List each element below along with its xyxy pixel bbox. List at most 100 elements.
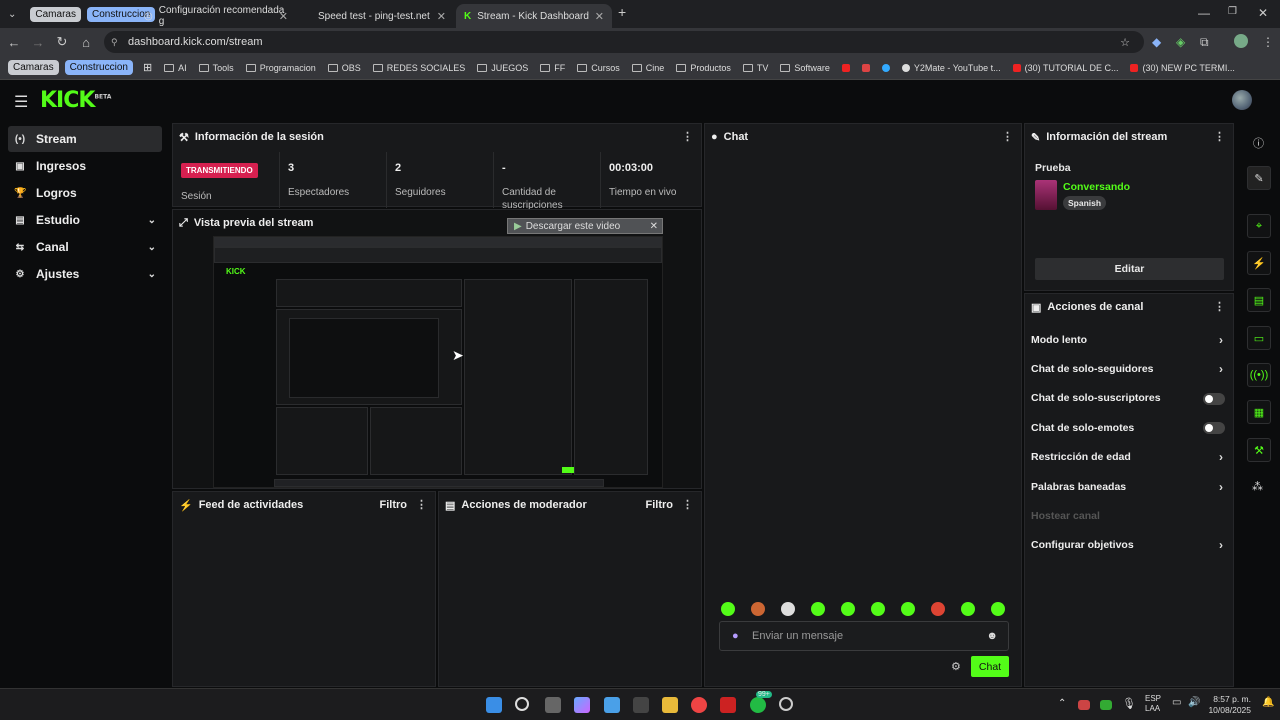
tab-search-icon[interactable]: ⌄: [8, 9, 16, 20]
kebab-menu-icon[interactable]: ⋮: [416, 498, 427, 511]
close-icon[interactable]: ✕: [595, 10, 604, 23]
chat-send-button[interactable]: Chat: [971, 656, 1009, 677]
obs-app-icon[interactable]: [720, 697, 736, 713]
feed-filter-button[interactable]: Filtro: [380, 499, 408, 511]
emote-icon[interactable]: [751, 602, 765, 616]
menu-dots-icon[interactable]: ⋮: [1262, 35, 1274, 49]
wrench-tool-icon[interactable]: ⚒: [1247, 438, 1271, 462]
extension-icon[interactable]: ◆: [1152, 35, 1161, 49]
tray-icon[interactable]: [1078, 700, 1090, 710]
kebab-menu-icon[interactable]: ⋮: [1214, 130, 1225, 143]
apps-grid-icon[interactable]: ⊞: [137, 61, 158, 74]
clock[interactable]: 8:57 p. m. 10/08/2025: [1205, 694, 1251, 716]
bookmark-folder[interactable]: Cine: [626, 63, 671, 73]
bookmark-folder[interactable]: FF: [534, 63, 571, 73]
lightning-tool-icon[interactable]: ⚡: [1247, 251, 1271, 275]
bookmark-folder[interactable]: Tools: [193, 63, 240, 73]
action-age-restriction[interactable]: Restricción de edad ›: [1025, 443, 1233, 472]
action-emotes-only[interactable]: Chat de solo-emotes: [1025, 413, 1233, 442]
microphone-icon[interactable]: ●: [732, 630, 739, 642]
kick-logo[interactable]: KICKBETA: [40, 88, 111, 113]
address-bar[interactable]: ⚲ dashboard.kick.com/stream ☆: [104, 31, 1144, 53]
bookmark-youtube[interactable]: [836, 63, 856, 72]
bookmark-folder[interactable]: Cursos: [571, 63, 626, 73]
home-icon[interactable]: ⌂: [74, 35, 98, 50]
bookmark-folder[interactable]: Software: [774, 63, 836, 73]
maximize-icon[interactable]: ❐: [1228, 6, 1237, 17]
microphone-icon[interactable]: 🎙: [1122, 697, 1136, 710]
close-icon[interactable]: ✕: [437, 10, 446, 23]
edit-stream-button[interactable]: Editar: [1035, 258, 1224, 280]
app-icon[interactable]: [779, 697, 793, 711]
bookmark-gmail[interactable]: [856, 63, 876, 72]
document-tool-icon[interactable]: ▤: [1247, 288, 1271, 312]
bookmark-folder[interactable]: TV: [737, 63, 775, 73]
kebab-menu-icon[interactable]: ⋮: [682, 498, 693, 511]
new-tab-button[interactable]: +: [618, 4, 626, 20]
emote-icon[interactable]: [991, 602, 1005, 616]
mod-filter-button[interactable]: Filtro: [646, 499, 674, 511]
close-window-icon[interactable]: ✕: [1258, 6, 1268, 20]
action-banned-words[interactable]: Palabras baneadas ›: [1025, 472, 1233, 501]
download-video-button[interactable]: ▶ Descargar este video ✕: [507, 218, 663, 234]
action-followers-only[interactable]: Chat de solo-seguidores ›: [1025, 354, 1233, 383]
layout-tool-icon[interactable]: ▦: [1247, 400, 1271, 424]
back-icon[interactable]: ←: [2, 35, 26, 50]
bookmark-group-camaras[interactable]: Camaras: [8, 60, 59, 75]
reload-icon[interactable]: ↻: [50, 34, 74, 50]
sidebar-item-logros[interactable]: 🏆 Logros: [8, 180, 162, 206]
site-info-icon[interactable]: ⚲: [111, 37, 118, 48]
chat-tool-icon[interactable]: ▭: [1247, 326, 1271, 350]
windows-start-icon[interactable]: [486, 697, 502, 713]
emote-icon[interactable]: [721, 602, 735, 616]
tab-config[interactable]: ◎ Configuración recomendada g ✕: [136, 4, 296, 28]
copilot-icon[interactable]: [574, 697, 590, 713]
sidebar-item-stream[interactable]: (•) Stream: [8, 126, 162, 152]
emoji-icon[interactable]: ☻: [986, 630, 998, 642]
hamburger-menu-icon[interactable]: ☰: [14, 92, 28, 112]
extension-icon[interactable]: ◈: [1176, 35, 1185, 49]
file-explorer-icon[interactable]: [662, 697, 678, 713]
bookmark-y2mate[interactable]: Y2Mate - YouTube t...: [896, 63, 1007, 73]
focus-tool-icon[interactable]: ⌖: [1247, 214, 1271, 238]
bookmark-telegram[interactable]: [876, 63, 896, 72]
emote-icon[interactable]: [961, 602, 975, 616]
close-icon[interactable]: ✕: [279, 10, 288, 23]
emote-icon[interactable]: [901, 602, 915, 616]
bookmark-newpc[interactable]: (30) NEW PC TERMI...: [1124, 63, 1240, 73]
emote-icon[interactable]: [781, 602, 795, 616]
task-view-icon[interactable]: [545, 697, 561, 713]
extensions-puzzle-icon[interactable]: ⧉: [1200, 35, 1209, 50]
sidebar-item-ingresos[interactable]: ▣ Ingresos: [8, 153, 162, 179]
monitor-icon[interactable]: ▭: [1172, 697, 1181, 708]
stream-preview-video[interactable]: KICK ➤: [213, 236, 663, 488]
user-avatar[interactable]: [1232, 90, 1252, 110]
notifications-bell-icon[interactable]: 🔔: [1262, 697, 1274, 708]
app-icon[interactable]: [633, 697, 649, 713]
bookmark-folder[interactable]: REDES SOCIALES: [367, 63, 472, 73]
broadcast-tool-icon[interactable]: ((•)): [1247, 363, 1271, 387]
whatsapp-icon[interactable]: [750, 697, 766, 713]
bookmark-folder[interactable]: Productos: [670, 63, 737, 73]
edit-tool-icon[interactable]: ✎: [1247, 166, 1271, 190]
sidebar-item-canal[interactable]: ⇆ Canal ⌄: [8, 234, 162, 260]
action-subscribers-only[interactable]: Chat de solo-suscriptores: [1025, 384, 1233, 413]
bookmark-folder[interactable]: JUEGOS: [471, 63, 534, 73]
language-indicator[interactable]: ESP LAA: [1145, 694, 1161, 714]
bookmark-folder[interactable]: OBS: [322, 63, 367, 73]
bookmark-group-construccion[interactable]: Construccion: [64, 60, 133, 75]
tab-kick-dashboard[interactable]: K Stream - Kick Dashboard ✕: [456, 4, 612, 28]
volume-icon[interactable]: 🔊: [1188, 697, 1200, 708]
info-icon[interactable]: ⓘ: [1253, 135, 1264, 151]
kebab-menu-icon[interactable]: ⋮: [682, 130, 693, 143]
forward-icon[interactable]: →: [26, 35, 50, 50]
emotes-only-toggle[interactable]: [1203, 422, 1225, 435]
close-icon[interactable]: ✕: [650, 221, 658, 232]
chat-message-input[interactable]: ● Enviar un mensaje ☻: [719, 621, 1009, 651]
emote-icon[interactable]: [841, 602, 855, 616]
action-slow-mode[interactable]: Modo lento ›: [1025, 325, 1233, 354]
tab-group-camaras[interactable]: Camaras: [30, 6, 81, 22]
bookmark-star-icon[interactable]: ☆: [1120, 36, 1130, 49]
profile-avatar[interactable]: [1234, 34, 1248, 48]
action-configure-goals[interactable]: Configurar objetivos ›: [1025, 531, 1233, 560]
